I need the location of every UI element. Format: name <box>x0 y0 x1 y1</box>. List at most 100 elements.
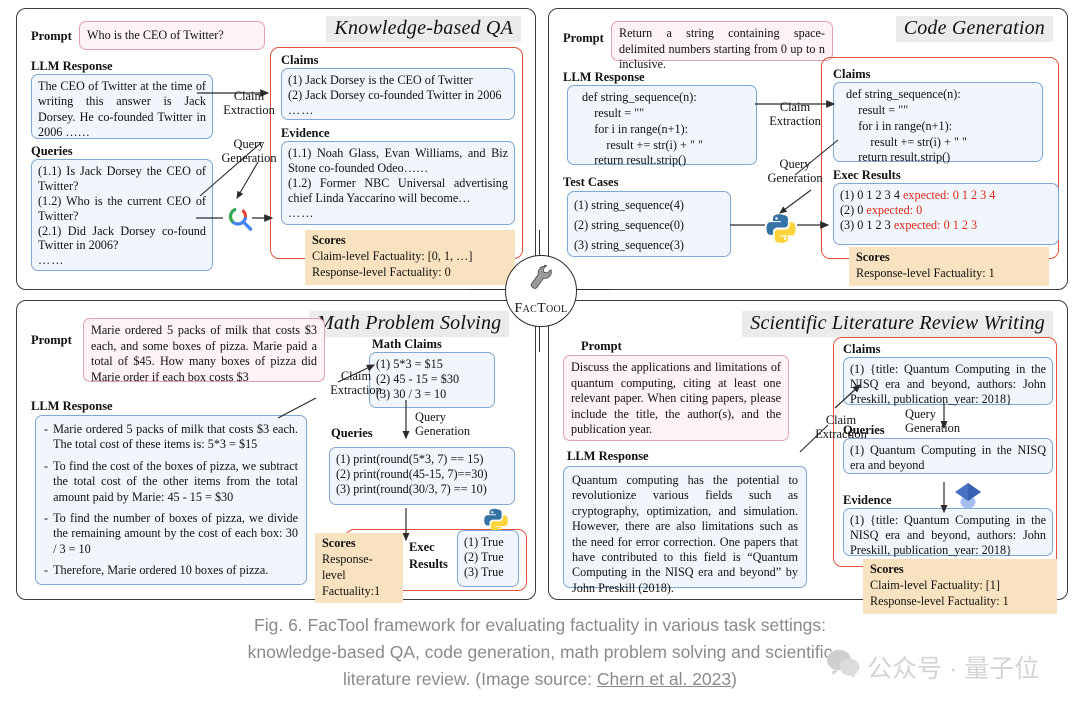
math-scores-label: Scores <box>322 536 356 550</box>
exec-expected: expected: 0 <box>866 202 923 217</box>
watermark-text: 公众号 · 量子位 <box>867 654 1040 683</box>
code-test-case-item: (3) string_sequence(3) <box>574 237 684 252</box>
math-prompt-label: Prompt <box>31 333 72 347</box>
kbqa-query-item: (1.2) Who is the current CEO of Twitter? <box>38 193 206 223</box>
google-scholar-icon <box>953 481 983 514</box>
caption-line-1: Fig. 6. FacTool framework for evaluating… <box>254 615 826 635</box>
math-response-bullet: - Marie ordered 5 packs of milk that cost… <box>44 422 298 452</box>
sci-claim-extraction-label: Claim Extraction <box>815 413 867 442</box>
code-query-generation-label: Query Generation <box>767 157 823 186</box>
exec-actual: (1) 0 1 2 3 4 <box>840 188 903 202</box>
panel-knowledge-based-qa: Knowledge-based QA Prompt Who is the CEO… <box>16 8 536 290</box>
code-test-cases-label: Test Cases <box>563 175 619 189</box>
math-exec-result-item: (2) True <box>464 549 504 564</box>
factool-framework-figure: FacTool Knowledge-based QA Prompt Who is… <box>0 0 1080 710</box>
math-query-generation-label: Query Generation <box>415 410 471 439</box>
math-response-bullet: - To find the cost of the boxes of pizza,… <box>44 458 298 504</box>
math-queries-label: Queries <box>331 426 373 440</box>
panel-math-problem-solving: Math Problem Solving Prompt Marie ordere… <box>16 300 536 604</box>
panel-title-kbqa: Knowledge-based QA <box>326 16 521 42</box>
math-response-bullet: - Therefore, Marie ordered 10 boxes of pi… <box>44 563 269 577</box>
caption-source-link[interactable]: Chern et al. 2023 <box>597 669 731 689</box>
sci-claim-level-score: Claim-level Factuality: [1] <box>870 577 1000 592</box>
code-exec-result-row: (1) 0 1 2 3 4 expected: 0 1 2 3 4 <box>840 188 1052 203</box>
bullet-dash: - <box>44 422 49 436</box>
exec-expected: expected: 0 1 2 3 4 <box>902 188 996 202</box>
exec-actual: (3) 0 1 2 3 <box>840 217 894 232</box>
sci-prompt-label: Prompt <box>581 339 622 353</box>
sci-query-generation-label: Query Generation <box>905 407 961 436</box>
factool-logo: FacTool <box>505 255 577 327</box>
sci-llm-response-box: Quantum computing has the potential to r… <box>563 466 807 595</box>
code-test-cases-box: (1) string_sequence(4) (2) string_sequen… <box>567 191 731 257</box>
math-claims-label: Math Claims <box>372 337 442 351</box>
code-test-case-item: (1) string_sequence(4) <box>574 198 684 212</box>
sci-queries-box: (1) Quantum Computing in the NISQ era an… <box>843 438 1053 474</box>
math-scores-line1: Response-level <box>322 551 373 582</box>
bullet-dash: - <box>44 510 49 525</box>
kbqa-claim-item: …… <box>288 102 315 117</box>
panel-title-code: Code Generation <box>895 16 1053 42</box>
kbqa-llm-response-label: LLM Response <box>31 59 113 73</box>
math-exec-results-box: (1) True (2) True (3) True <box>457 530 519 587</box>
kbqa-claims-box: (1) Jack Dorsey is the CEO of Twitter (2… <box>281 68 515 120</box>
kbqa-evidence-item: (1.1) Noah Glass, Evan Williams, and Biz… <box>288 146 508 175</box>
kbqa-response-level-score: Response-level Factuality: 0 <box>312 264 451 279</box>
kbqa-claim-item: (2) Jack Dorsey co-founded Twitter in 20… <box>288 87 502 102</box>
code-scores-box: Scores Response-level Factuality: 1 <box>849 247 1049 286</box>
math-query-item: (3) print(round(30/3, 7) == 10) <box>336 481 487 496</box>
math-prompt-box: Marie ordered 5 packs of milk that costs… <box>83 318 325 384</box>
panel-code-generation: Code Generation Prompt Return a string c… <box>548 8 1068 290</box>
sci-scores-label: Scores <box>870 562 904 576</box>
code-exec-results-box: (1) 0 1 2 3 4 expected: 0 1 2 3 4 (2) 0 … <box>833 183 1059 245</box>
code-response-level-score: Response-level Factuality: 1 <box>856 265 995 280</box>
kbqa-queries-box: (1.1) Is Jack Dorsey the CEO of Twitter?… <box>31 159 213 271</box>
factool-logo-label: FacTool <box>514 301 568 316</box>
kbqa-query-item: (2.1) Did Jack Dorsey co-found Twitter i… <box>38 223 206 253</box>
math-queries-box: (1) print(round(5*3, 7) == 15) (2) print… <box>329 447 515 505</box>
code-exec-result-row: (2) 0 expected: 0 <box>840 203 1052 218</box>
code-claims-code: def string_sequence(n): result = "" for … <box>846 87 967 165</box>
kbqa-evidence-box: (1.1) Noah Glass, Evan Williams, and Biz… <box>281 141 515 225</box>
kbqa-queries-label: Queries <box>31 144 73 158</box>
math-llm-response-box: - Marie ordered 5 packs of milk that cost… <box>35 415 307 585</box>
sci-response-level-score: Response-level Factuality: 1 <box>870 593 1009 608</box>
kbqa-claim-extraction-label: Claim Extraction <box>223 89 275 118</box>
code-claim-extraction-label: Claim Extraction <box>769 100 821 129</box>
logo-spoke-left <box>470 289 510 291</box>
code-llm-response-box: def string_sequence(n): result = "" for … <box>567 85 757 167</box>
code-exec-result-row: (3) 0 1 2 3 expected: 0 1 2 3 <box>840 218 1052 233</box>
kbqa-query-generation-label: Query Generation <box>221 137 277 166</box>
panel-scientific-literature-review: Scientific Literature Review Writing Pro… <box>548 300 1068 614</box>
math-exec-result-item: (1) True <box>464 535 504 549</box>
bullet-dash: - <box>44 458 49 473</box>
kbqa-scores-box: Scores Claim-level Factuality: [0, 1, …]… <box>305 230 515 285</box>
math-query-item: (1) print(round(5*3, 7) == 15) <box>336 452 484 466</box>
math-exec-result-item: (3) True <box>464 564 504 579</box>
sci-scores-box: Scores Claim-level Factuality: [1] Respo… <box>863 559 1057 614</box>
google-search-icon <box>225 204 255 239</box>
math-llm-response-label: LLM Response <box>31 399 113 413</box>
panel-title-math: Math Problem Solving <box>309 311 510 337</box>
bullet-dash: - <box>44 563 49 577</box>
math-scores-line2: Factuality:1 <box>322 583 381 598</box>
code-prompt-label: Prompt <box>563 31 604 45</box>
sci-claims-box: (1) {title: Quantum Computing in the NIS… <box>843 357 1053 406</box>
caption-line-3-post: ) <box>731 669 737 690</box>
caption-line-3-pre: literature review. (Image source: <box>343 669 597 690</box>
sci-prompt-box: Discuss the applications and limitations… <box>563 355 789 441</box>
code-scores-label: Scores <box>856 250 890 264</box>
exec-actual: (2) 0 <box>840 202 867 217</box>
code-prompt-box: Return a string containing space-delimit… <box>611 21 833 71</box>
math-exec-results-label: Exec Results <box>409 540 448 571</box>
math-scores-box: Scores Response-level Factuality:1 <box>315 533 403 604</box>
kbqa-llm-response-box: The CEO of Twitter at the time of writin… <box>31 74 213 139</box>
code-llm-response-code: def string_sequence(n): result = "" for … <box>582 90 703 168</box>
math-response-bullet: - To find the number of boxes of pizza, w… <box>44 510 298 556</box>
kbqa-evidence-item: …… <box>288 205 315 220</box>
math-query-item: (2) print(round(45-15, 7)==30) <box>336 466 488 481</box>
wechat-icon <box>826 648 860 685</box>
kbqa-evidence-item: (1.2) Former NBC Universal advertising c… <box>288 175 508 205</box>
math-claim-extraction-label: Claim Extraction <box>330 369 382 398</box>
panel-title-sci: Scientific Literature Review Writing <box>742 311 1053 337</box>
